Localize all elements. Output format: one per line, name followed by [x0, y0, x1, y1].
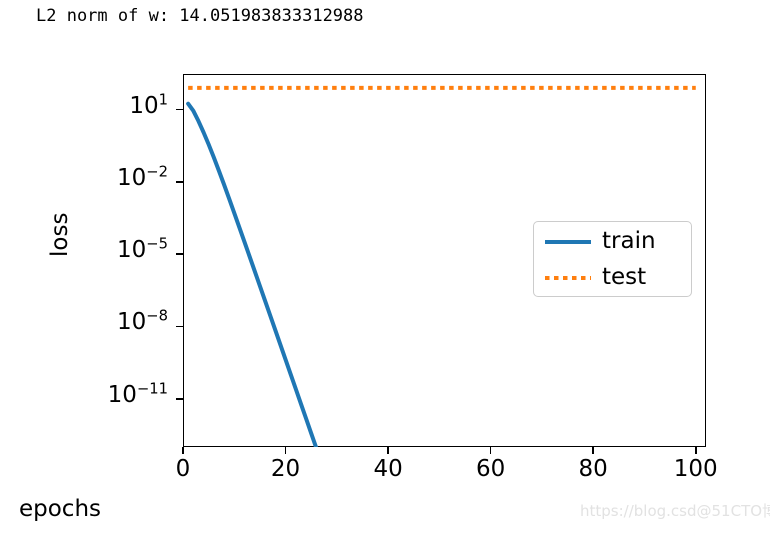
- x-tick-mark: [489, 447, 492, 454]
- y-tick-label: 10−8: [117, 307, 168, 336]
- x-axis-label: epochs: [18, 496, 102, 522]
- y-tick-mark: [176, 397, 183, 400]
- x-tick-mark: [592, 447, 594, 454]
- y-tick-label: 10−2: [117, 163, 168, 191]
- site-watermark: https://blog.csd@51CTO博客: [580, 502, 770, 520]
- legend-label-train: train: [602, 228, 656, 254]
- y-tick-mark: [176, 108, 183, 111]
- legend-line-sample-train: [545, 240, 591, 244]
- y-tick-mark: [176, 181, 183, 183]
- x-tick-label: 80: [578, 456, 608, 482]
- y-tick-label: 101: [129, 90, 168, 119]
- y-tick-mark: [176, 253, 183, 255]
- y-tick-mark: [176, 325, 183, 328]
- legend-entry-train: train: [534, 222, 691, 260]
- x-tick-label: 60: [476, 456, 506, 482]
- loss-curve-chart: 101 10−2 10−5 10−8 10−11 0 20 40 60 80 100 loss e…: [0, 0, 770, 538]
- y-axis-label: loss: [47, 212, 73, 257]
- x-tick-label: 0: [175, 456, 191, 482]
- x-tick-label: 100: [673, 456, 718, 482]
- y-tick-label: 10−11: [107, 380, 168, 408]
- legend-line-sample-test: [545, 276, 591, 280]
- x-tick-mark: [182, 447, 184, 454]
- x-tick-label: 20: [270, 456, 301, 482]
- x-tick-mark: [694, 447, 697, 454]
- x-tick-mark: [284, 447, 287, 454]
- legend-entry-test: test: [534, 258, 691, 296]
- x-tick-mark: [387, 447, 389, 454]
- x-tick-label: 40: [373, 456, 403, 482]
- legend-label-test: test: [602, 264, 647, 290]
- chart-legend: train test: [533, 221, 692, 297]
